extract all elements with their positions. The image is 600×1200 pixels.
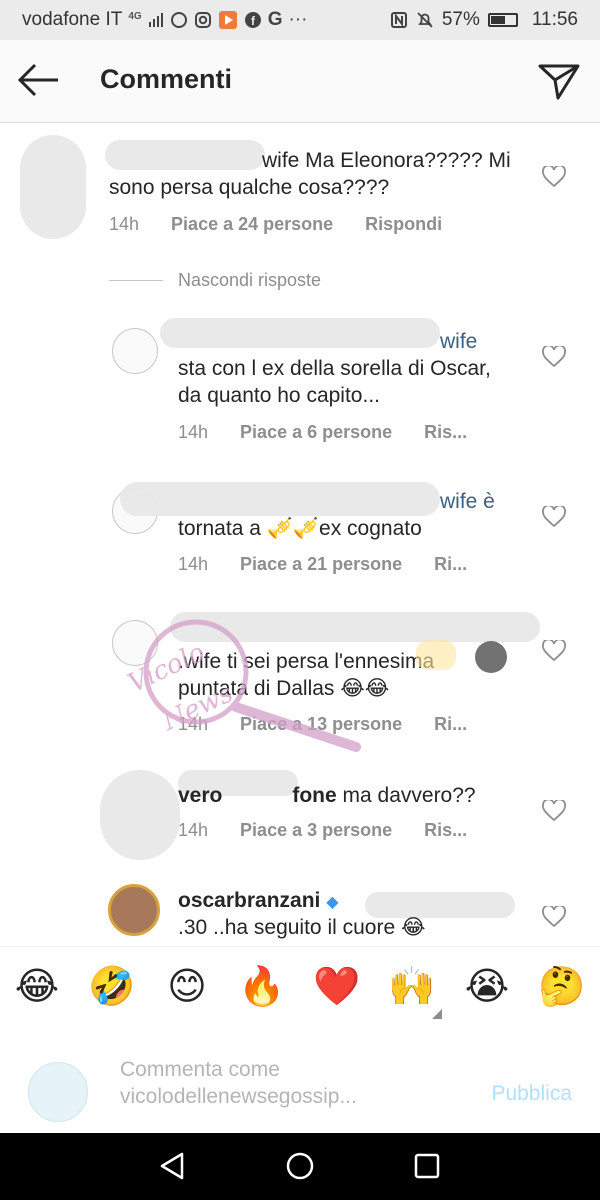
- likes-link[interactable]: Piace a 21 persone: [240, 554, 402, 575]
- comment-input[interactable]: Commenta come vicolodellenewsegossip...: [120, 1056, 357, 1110]
- reply-button[interactable]: Rispondi: [365, 214, 442, 235]
- clock: 11:56: [531, 9, 578, 30]
- reply-username[interactable]: oscarbranzani: [178, 889, 320, 912]
- avatar[interactable]: [100, 770, 180, 860]
- emoji-fire[interactable]: 🔥: [237, 965, 287, 1009]
- reply-button[interactable]: Ris...: [424, 422, 467, 443]
- reply-text-line2: sta con l ex della sorella di Oscar,: [178, 357, 491, 380]
- heart-icon[interactable]: [542, 800, 566, 822]
- reply-username[interactable]: vero: [178, 784, 222, 807]
- emoji-smile[interactable]: 😊: [162, 965, 212, 1009]
- more-icon: ···: [288, 9, 308, 30]
- reply-meta: 14h Piace a 6 persone Ris...: [178, 422, 499, 443]
- emoji-thinking[interactable]: 🤔: [537, 965, 587, 1009]
- reply-button[interactable]: Ris...: [424, 820, 467, 841]
- page-title: Commenti: [100, 64, 233, 94]
- emoji-reactions-bar: 😂 🤣 😊 🔥 ❤️ 🙌 😭 🤔: [0, 946, 600, 1030]
- placeholder-line1: Commenta come: [120, 1058, 280, 1081]
- reply-meta: 14h Piace a 21 persone Ri...: [178, 554, 499, 575]
- watermark-logo: Vicolo News: [124, 619, 507, 752]
- whatsapp-icon: [170, 12, 187, 28]
- avatar[interactable]: [112, 328, 158, 374]
- publish-button[interactable]: Pubblica: [491, 1082, 572, 1106]
- paper-plane-icon[interactable]: [536, 58, 582, 104]
- watermark-text-2: News: [157, 678, 237, 737]
- comment-meta: 14h Piace a 24 persone Rispondi: [109, 214, 474, 235]
- heart-icon[interactable]: [542, 506, 566, 528]
- username-redaction: [120, 482, 440, 516]
- network-type: 4G: [128, 10, 142, 22]
- reply-username-tail[interactable]: fone: [292, 784, 336, 807]
- carrier-name: vodafone IT: [22, 9, 123, 30]
- reply-button[interactable]: Ri...: [434, 554, 467, 575]
- watermark-text-1: Vicolo: [124, 638, 210, 699]
- reply-text-line1: wife è: [440, 490, 495, 513]
- reply-text-line3: da quanto ho capito...: [178, 384, 380, 407]
- likes-link[interactable]: Piace a 24 persone: [171, 214, 333, 235]
- android-nav-bar: [0, 1133, 600, 1200]
- comment-time: 14h: [109, 214, 140, 234]
- signal-icon: [148, 13, 163, 27]
- reply-time: 14h: [178, 820, 209, 840]
- heart-icon[interactable]: [542, 166, 566, 188]
- reply-time: 14h: [178, 554, 209, 574]
- reply-text-line1: wife: [440, 330, 478, 353]
- comment-composer: Commenta come vicolodellenewsegossip... …: [0, 1028, 600, 1133]
- mute-bell-icon: [417, 12, 433, 28]
- heart-icon[interactable]: [542, 346, 566, 368]
- reply-time: 14h: [178, 422, 209, 442]
- arrow-left-icon[interactable]: [16, 62, 62, 98]
- placeholder-line2: vicolodellenewsegossip...: [120, 1085, 357, 1108]
- emoji-tears-of-joy[interactable]: 😂: [12, 965, 62, 1009]
- expand-corner-icon: [432, 1009, 442, 1019]
- google-icon: G: [267, 9, 283, 30]
- comments-header: Commenti: [0, 40, 600, 123]
- circle-home-icon[interactable]: [285, 1151, 315, 1181]
- reply-text-line2: tornata a 🎺🎺ex cognato: [178, 517, 422, 540]
- status-bar: vodafone IT 4G f G ··· 57% 11:56: [0, 0, 600, 40]
- verified-badge-icon: ◆: [326, 894, 339, 911]
- triangle-back-icon[interactable]: [158, 1151, 188, 1181]
- emoji-red-heart[interactable]: ❤️: [312, 965, 362, 1009]
- likes-link[interactable]: Piace a 6 persone: [240, 422, 392, 443]
- play-icon: [218, 11, 237, 29]
- likes-link[interactable]: Piace a 3 persone: [240, 820, 392, 841]
- battery-icon: [487, 13, 518, 27]
- username-redaction: [105, 140, 265, 170]
- reply-text-line1: ma davvero??: [336, 784, 476, 807]
- instagram-icon: [194, 12, 211, 28]
- reply-text-line2: .30 ..ha seguito il cuore 😂: [178, 916, 426, 939]
- heart-icon[interactable]: [542, 906, 566, 928]
- hide-replies-label[interactable]: Nascondi risposte: [178, 270, 321, 291]
- battery-percent: 57%: [441, 9, 480, 30]
- avatar[interactable]: [20, 135, 86, 239]
- comment-text-line1: wife Ma Eleonora????? Mi: [262, 149, 511, 172]
- my-avatar: [28, 1062, 88, 1122]
- emoji-rofl[interactable]: 🤣: [87, 965, 137, 1009]
- username-redaction: [160, 318, 440, 348]
- avatar[interactable]: [108, 884, 160, 936]
- square-recents-icon[interactable]: [412, 1151, 442, 1181]
- emoji-raised-hands[interactable]: 🙌: [387, 965, 437, 1009]
- reply-meta: 14h Piace a 3 persone Ris...: [178, 820, 499, 841]
- comment-text-line2: sono persa qualche cosa????: [109, 176, 390, 199]
- divider: [109, 280, 163, 281]
- heart-icon[interactable]: [542, 640, 566, 662]
- nfc-icon: [390, 12, 407, 28]
- facebook-icon: f: [244, 12, 261, 28]
- emoji-crying[interactable]: 😭: [462, 965, 512, 1009]
